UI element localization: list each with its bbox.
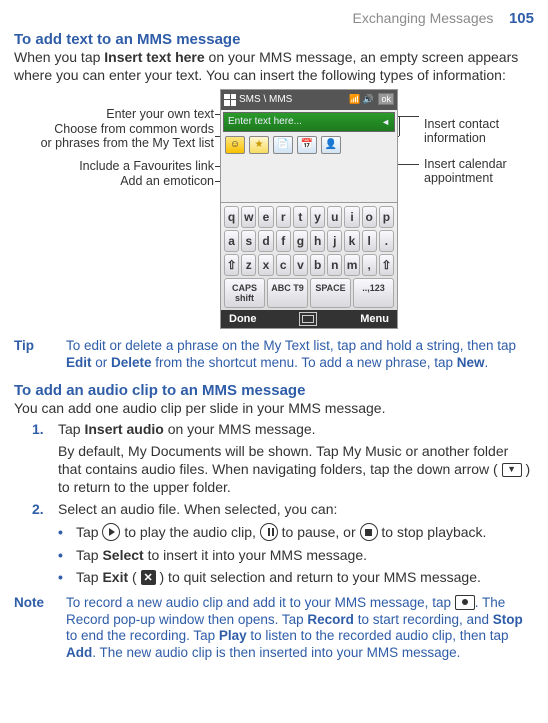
- stop-icon: [360, 523, 378, 541]
- key[interactable]: v: [293, 254, 308, 276]
- figure: Enter your own text Choose from common w…: [14, 89, 534, 334]
- step-number: 1.: [32, 421, 50, 439]
- toolbar: ☺ ★ 📄 📅 👤: [221, 132, 397, 154]
- key[interactable]: d: [258, 230, 273, 252]
- section-2-intro: You can add one audio clip per slide in …: [14, 400, 534, 418]
- keyboard-toggle-icon[interactable]: [299, 312, 317, 326]
- contact-icon[interactable]: 👤: [321, 136, 341, 154]
- key[interactable]: ,: [362, 254, 377, 276]
- step-number: 2.: [32, 501, 50, 519]
- key[interactable]: w: [241, 206, 256, 228]
- key[interactable]: a: [224, 230, 239, 252]
- note-block: Note To record a new audio clip and add …: [14, 595, 534, 663]
- key[interactable]: CAPS shift: [224, 278, 265, 308]
- softkey-bar: Done Menu: [221, 310, 397, 328]
- bullet-play: • Tap to play the audio clip, to pause, …: [58, 523, 534, 542]
- windows-logo-icon: [224, 94, 236, 106]
- close-icon: ✕: [141, 570, 156, 585]
- tip-block: Tip To edit or delete a phrase on the My…: [14, 338, 534, 372]
- key[interactable]: n: [327, 254, 342, 276]
- note-text: To record a new audio clip and add it to…: [66, 595, 534, 663]
- callout-calendar: Insert calendarappointment: [424, 157, 507, 186]
- step-2: 2. Select an audio file. When selected, …: [32, 501, 534, 519]
- key[interactable]: ABC T9: [267, 278, 308, 308]
- bullet-exit: • Tap Exit ( ✕ ) to quit selection and r…: [58, 568, 534, 586]
- key[interactable]: e: [258, 206, 273, 228]
- key[interactable]: f: [276, 230, 291, 252]
- key[interactable]: t: [293, 206, 308, 228]
- phone-screenshot: SMS \ MMS 📶🔊 ok Enter text here... ◄ ☺ ★…: [220, 89, 398, 329]
- mytext-icon[interactable]: 📄: [273, 136, 293, 154]
- section-2-title: To add an audio clip to an MMS message: [14, 382, 534, 399]
- key[interactable]: o: [362, 206, 377, 228]
- titlebar-text: SMS \ MMS: [239, 94, 292, 105]
- section-1-intro: When you tap Insert text here on your MM…: [14, 49, 534, 85]
- calendar-icon[interactable]: 📅: [297, 136, 317, 154]
- phone-titlebar: SMS \ MMS 📶🔊 ok: [221, 90, 397, 110]
- step-1: 1. Tap Insert audio on your MMS message.: [32, 421, 534, 439]
- key[interactable]: s: [241, 230, 256, 252]
- callout-favourites: Include a Favourites link: [59, 159, 214, 173]
- pause-icon: [260, 523, 278, 541]
- tip-label: Tip: [14, 338, 56, 372]
- key[interactable]: k: [344, 230, 359, 252]
- key[interactable]: ⇧: [224, 254, 239, 276]
- key[interactable]: r: [276, 206, 291, 228]
- key[interactable]: ⇧: [379, 254, 394, 276]
- key[interactable]: SPACE: [310, 278, 351, 308]
- key[interactable]: q: [224, 206, 239, 228]
- callout-contact: Insert contactinformation: [424, 117, 499, 146]
- key[interactable]: x: [258, 254, 273, 276]
- key[interactable]: g: [293, 230, 308, 252]
- key[interactable]: .: [379, 230, 394, 252]
- text-entry-field[interactable]: Enter text here... ◄: [223, 112, 395, 132]
- down-arrow-icon: ▼: [502, 463, 522, 477]
- callout-enter-text: Enter your own text: [74, 107, 214, 121]
- play-icon: [102, 523, 120, 541]
- onscreen-keyboard[interactable]: qwertyuiop asdfghjkl. ⇧zxcvbnm,⇧ CAPS sh…: [221, 202, 397, 310]
- record-new-icon: [455, 595, 475, 610]
- key[interactable]: m: [344, 254, 359, 276]
- softkey-menu[interactable]: Menu: [360, 313, 389, 325]
- callout-emoticon: Add an emoticon: [99, 174, 214, 188]
- section-heading: Exchanging Messages: [353, 10, 494, 26]
- favourites-icon[interactable]: ★: [249, 136, 269, 154]
- key[interactable]: u: [327, 206, 342, 228]
- bullet-select: • Tap Select to insert it into your MMS …: [58, 546, 534, 564]
- key[interactable]: y: [310, 206, 325, 228]
- key[interactable]: l: [362, 230, 377, 252]
- key[interactable]: p: [379, 206, 394, 228]
- tip-text: To edit or delete a phrase on the My Tex…: [66, 338, 534, 372]
- key[interactable]: z: [241, 254, 256, 276]
- key[interactable]: j: [327, 230, 342, 252]
- status-icons: 📶🔊 ok: [347, 94, 394, 105]
- callout-mytext: Choose from common wordsor phrases from …: [26, 122, 214, 151]
- emoticon-icon[interactable]: ☺: [225, 136, 245, 154]
- key[interactable]: ..,123: [353, 278, 394, 308]
- section-1-title: To add text to an MMS message: [14, 31, 534, 48]
- note-label: Note: [14, 595, 56, 663]
- ok-button[interactable]: ok: [378, 93, 394, 105]
- key[interactable]: b: [310, 254, 325, 276]
- softkey-done[interactable]: Done: [229, 313, 257, 325]
- key[interactable]: i: [344, 206, 359, 228]
- key[interactable]: h: [310, 230, 325, 252]
- step-1-detail: By default, My Documents will be shown. …: [58, 443, 534, 497]
- page-number: 105: [509, 10, 534, 27]
- key[interactable]: c: [276, 254, 291, 276]
